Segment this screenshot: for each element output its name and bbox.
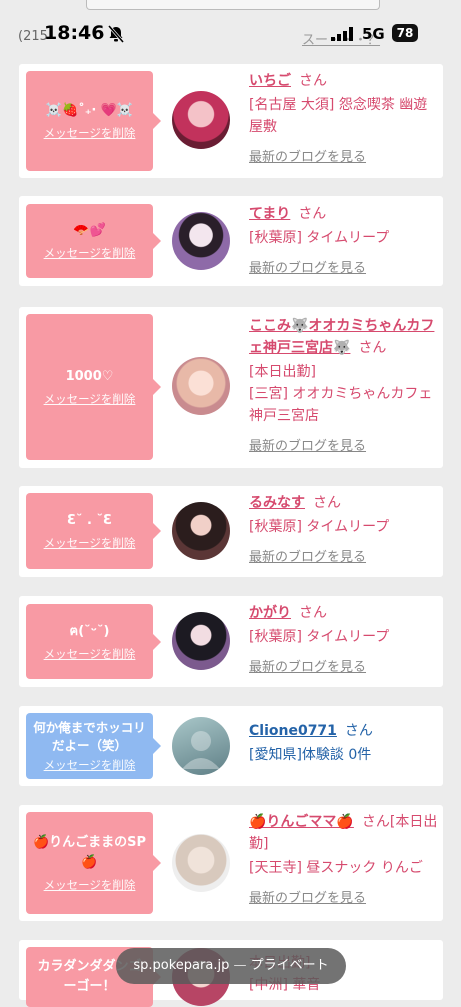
user-name-link[interactable]: Clione0771 — [249, 723, 337, 739]
delete-message-link[interactable]: メッセージを削除 — [44, 646, 136, 662]
bell-muted-icon — [107, 25, 125, 43]
delete-message-link[interactable]: メッセージを削除 — [44, 757, 136, 773]
shop-info: [名古屋 大須] 怨念喫茶 幽遊屋敷 — [249, 97, 428, 135]
url-domain: sp.pokepara.jp — [133, 958, 230, 973]
message-bubble: 🪭💕 メッセージを削除 — [26, 204, 161, 278]
honorific: さん — [358, 340, 387, 356]
user-name-link[interactable]: ここみ🐺オオカミちゃんカフェ神戸三宮店🐺 — [249, 318, 434, 356]
user-name-link[interactable]: るみなす — [249, 495, 305, 511]
signal-icon — [331, 27, 353, 41]
avatar[interactable] — [172, 612, 230, 670]
delete-message-link[interactable]: メッセージを削除 — [44, 877, 136, 893]
honorific: さん — [299, 73, 327, 89]
delete-message-link[interactable]: メッセージを削除 — [44, 391, 136, 407]
message-text: 🍎りんごままのSP🍎 — [32, 835, 147, 870]
message-card: 1000♡ メッセージを削除 ここみ🐺オオカミちゃんカフェ神戸三宮店🐺 さん [本… — [19, 307, 443, 468]
private-mode-label: プライベート — [250, 958, 329, 973]
message-bubble: Ɛ˘ . ˘Ɛ メッセージを削除 — [26, 493, 161, 569]
status-bar: (215 18:46 スー・・・？ 5G 78 — [0, 0, 461, 60]
top-search-box[interactable] — [86, 0, 380, 10]
latest-blog-link[interactable]: 最新のブログを見る — [249, 435, 439, 454]
latest-blog-link[interactable]: 最新のブログを見る — [249, 257, 439, 276]
user-name-link[interactable]: かがり — [249, 605, 291, 621]
message-text: ☠️🍓˚₊‧ 💗☠️ — [45, 103, 134, 118]
latest-blog-link[interactable]: 最新のブログを見る — [249, 887, 439, 906]
delete-message-link[interactable]: メッセージを削除 — [44, 535, 136, 551]
avatar[interactable] — [172, 91, 230, 149]
shop-info: [愛知県]体験談 0件 — [249, 747, 372, 763]
no-photo-icon — [182, 731, 220, 769]
user-name-link[interactable]: いちご — [249, 73, 291, 89]
message-card: 🍎りんごままのSP🍎 メッセージを削除 🍎りんごママ🍎 さん[本日出勤] [天王寺… — [19, 805, 443, 921]
honorific: さん — [344, 723, 373, 739]
avatar[interactable] — [172, 502, 230, 560]
message-bubble: ฅ(˘ᵕ˘) メッセージを削除 — [26, 604, 161, 679]
shop-info: [天王寺] 昼スナック りんご — [249, 860, 423, 876]
user-name-link[interactable]: てまり — [249, 206, 290, 222]
avatar[interactable] — [172, 717, 230, 775]
message-card: ฅ(˘ᵕ˘) メッセージを削除 かがり さん [秋葉原] タイムリープ 最新のブロ… — [19, 596, 443, 687]
message-text: 何か俺までホッコリだよー（笑） — [33, 720, 146, 753]
url-separator: — — [233, 958, 247, 973]
message-card: 🪭💕 メッセージを削除 てまり さん [秋葉原] タイムリープ 最新のブログを見る — [19, 196, 443, 286]
shop-info: [本日出勤] [三宮] オオカミちゃんカフェ神戸三宮店 — [249, 364, 433, 424]
shop-info: [秋葉原] タイムリープ — [249, 519, 390, 535]
battery-icon: 78 — [392, 24, 418, 42]
message-bubble: 🍎りんごままのSP🍎 メッセージを削除 — [26, 812, 161, 914]
honorific: さん — [298, 206, 327, 222]
delete-message-link[interactable]: メッセージを削除 — [44, 125, 136, 141]
message-bubble: 何か俺までホッコリだよー（笑） メッセージを削除 — [26, 713, 161, 779]
latest-blog-link[interactable]: 最新のブログを見る — [249, 546, 439, 565]
avatar[interactable] — [172, 357, 230, 415]
message-text: 🪭💕 — [73, 223, 106, 238]
message-card: 何か俺までホッコリだよー（笑） メッセージを削除 Clione0771 さん [愛… — [19, 706, 443, 786]
latest-blog-link[interactable]: 最新のブログを見る — [249, 656, 439, 675]
avatar[interactable] — [172, 834, 230, 892]
latest-blog-link[interactable]: 最新のブログを見る — [249, 146, 439, 165]
network-type: 5G — [362, 25, 385, 43]
message-card: Ɛ˘ . ˘Ɛ メッセージを削除 るみなす さん [秋葉原] タイムリープ 最新の… — [19, 486, 443, 577]
delete-message-link[interactable]: メッセージを削除 — [44, 245, 136, 261]
avatar[interactable] — [172, 212, 230, 270]
url-bar[interactable]: sp.pokepara.jp — プライベート — [116, 948, 346, 984]
message-text: 1000♡ — [65, 369, 114, 384]
shop-info: [秋葉原] タイムリープ — [249, 629, 390, 645]
message-bubble: 1000♡ メッセージを削除 — [26, 314, 161, 460]
status-time: 18:46 — [44, 22, 105, 44]
honorific: さん — [299, 605, 327, 621]
message-text: ฅ(˘ᵕ˘) — [69, 623, 110, 639]
message-bubble: ☠️🍓˚₊‧ 💗☠️ メッセージを削除 — [26, 71, 161, 171]
message-text: Ɛ˘ . ˘Ɛ — [66, 513, 113, 528]
honorific: さん — [313, 495, 341, 511]
user-name-link[interactable]: 🍎りんごママ🍎 — [249, 814, 354, 830]
message-card: ☠️🍓˚₊‧ 💗☠️ メッセージを削除 いちご さん [名古屋 大須] 怨念喫茶 … — [19, 64, 443, 178]
shop-info: [秋葉原] タイムリープ — [249, 230, 390, 246]
